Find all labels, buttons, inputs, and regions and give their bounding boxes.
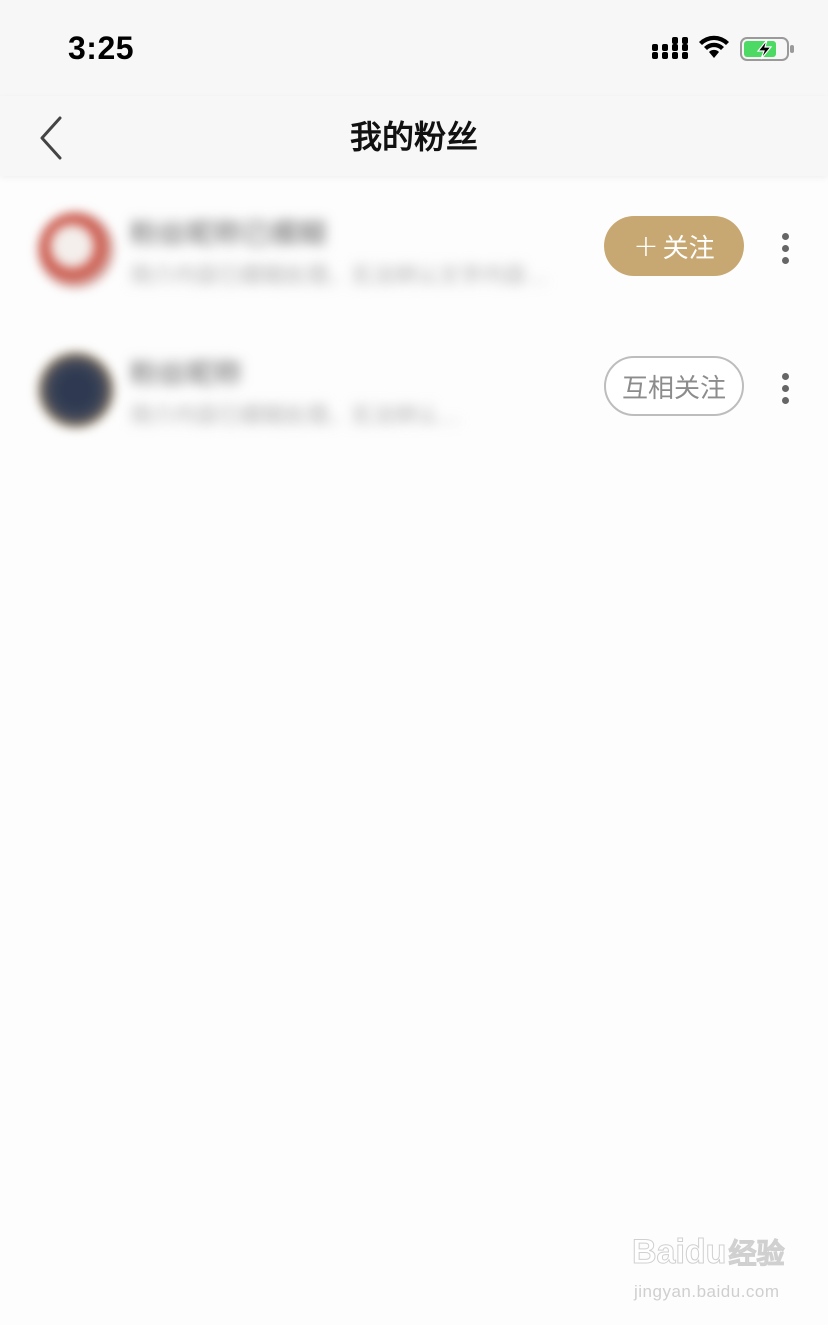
page-title: 我的粉丝	[349, 118, 478, 156]
avatar[interactable]	[38, 352, 114, 428]
list-item[interactable]: 粉丝昵称已模糊 简介内容已模糊处理，无法辨认文字内容… + 关注	[0, 176, 828, 316]
wifi-icon	[699, 35, 729, 58]
watermark-logo: Baidu经验	[631, 1232, 785, 1272]
avatar[interactable]	[38, 212, 114, 288]
list-item[interactable]: 粉丝昵称 简介内容已模糊处理，无法辨认… 互相关注	[0, 316, 828, 456]
follow-button-label: 关注	[662, 233, 715, 264]
navigation-bar: 我的粉丝	[0, 96, 828, 176]
more-vertical-icon	[782, 233, 789, 240]
fan-bio: 简介内容已模糊处理，无法辨认…	[130, 404, 461, 429]
more-vertical-icon	[782, 373, 789, 380]
more-options-button[interactable]	[770, 368, 800, 408]
fan-bio: 简介内容已模糊处理，无法辨认文字内容…	[130, 264, 549, 289]
status-bar: 3:25	[0, 0, 828, 96]
baidu-jingyan-watermark: Baidu经验 jingyan.baidu.com	[631, 1232, 792, 1307]
fan-name[interactable]: 粉丝昵称	[130, 352, 242, 392]
more-vertical-icon-dot	[782, 397, 789, 404]
status-time: 3:25	[68, 30, 135, 66]
more-vertical-icon-dot	[782, 385, 789, 392]
more-vertical-icon-dot	[782, 257, 789, 264]
battery-charging-icon	[740, 37, 794, 61]
more-vertical-icon-dot	[782, 245, 789, 252]
watermark-logo-cn: 经验	[728, 1238, 785, 1270]
follow-button[interactable]: + 关注	[604, 216, 744, 276]
mutual-follow-button[interactable]: 互相关注	[604, 356, 744, 416]
mutual-follow-label: 互相关注	[621, 373, 726, 404]
more-options-button[interactable]	[770, 228, 800, 268]
fan-name[interactable]: 粉丝昵称已模糊	[130, 212, 326, 252]
plus-icon: +	[633, 228, 659, 264]
watermark-logo-text: Baidu	[631, 1233, 727, 1272]
watermark-url: jingyan.baidu.com	[634, 1282, 780, 1301]
signal-icon	[652, 37, 688, 59]
